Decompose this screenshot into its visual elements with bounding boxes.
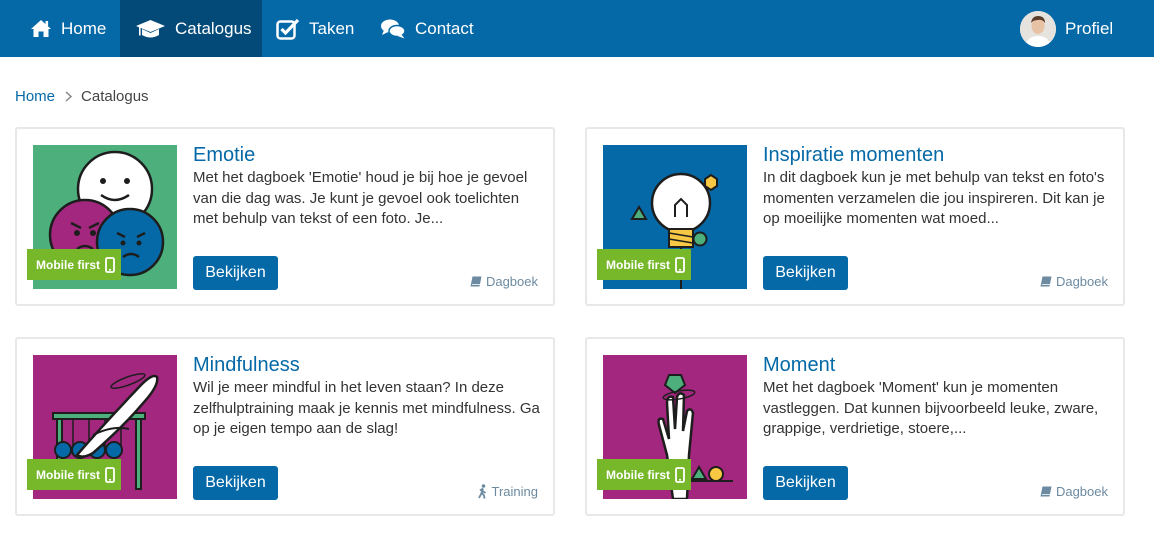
bekijken-button[interactable]: Bekijken: [193, 256, 278, 290]
badge-label: Mobile first: [36, 467, 101, 482]
walking-person-icon: [477, 484, 486, 499]
card-type-label: Dagboek: [1055, 484, 1108, 499]
card-type: Dagboek: [470, 274, 538, 289]
top-navbar: Home Catalogus Taken Contact Profiel: [0, 0, 1154, 57]
bekijken-button[interactable]: Bekijken: [763, 256, 848, 290]
nav-home-label: Home: [61, 18, 107, 38]
checkbox-icon: [276, 18, 300, 40]
card-title[interactable]: Mindfulness: [193, 354, 300, 377]
card-description: In dit dagboek kun je met behulp van tek…: [763, 169, 1105, 227]
chat-bubbles-icon: [381, 19, 406, 38]
nav-catalogus-label: Catalogus: [175, 18, 252, 38]
card-type-label: Training: [491, 484, 538, 499]
card-type-label: Dagboek: [1055, 274, 1108, 289]
badge-label: Mobile first: [606, 257, 671, 272]
card-description: Met het dagboek 'Moment' kun je momenten…: [763, 379, 1099, 437]
badge-label: Mobile first: [36, 257, 101, 272]
book-icon: [1040, 486, 1052, 497]
smartphone-icon: [105, 466, 115, 483]
mobile-first-badge: Mobile first: [27, 249, 122, 280]
book-icon: [1040, 276, 1052, 287]
avatar: [1020, 10, 1056, 47]
breadcrumb: Home Catalogus: [15, 86, 149, 106]
card-type: Dagboek: [1040, 274, 1108, 289]
chevron-right-icon: [65, 90, 73, 102]
card-title[interactable]: Moment: [763, 354, 835, 377]
nav-home[interactable]: Home: [18, 0, 120, 57]
book-icon: [470, 276, 482, 287]
mobile-first-badge: Mobile first: [27, 459, 122, 490]
breadcrumb-current: Catalogus: [81, 87, 149, 105]
nav-profiel-label: Profiel: [1065, 18, 1114, 38]
bekijken-button[interactable]: Bekijken: [193, 466, 278, 500]
bekijken-button[interactable]: Bekijken: [763, 466, 848, 500]
badge-label: Mobile first: [606, 467, 671, 482]
smartphone-icon: [675, 466, 685, 483]
card-title[interactable]: Inspiratie momenten: [763, 144, 944, 167]
nav-profiel[interactable]: Profiel: [1010, 0, 1140, 57]
card-type: Dagboek: [1040, 484, 1108, 499]
card-description: Wil je meer mindful in het leven staan? …: [193, 379, 540, 437]
graduation-cap-icon: [136, 19, 165, 37]
mobile-first-badge: Mobile first: [597, 459, 692, 490]
nav-contact-label: Contact: [415, 18, 474, 38]
nav-contact[interactable]: Contact: [367, 0, 487, 57]
card-type-label: Dagboek: [485, 274, 538, 289]
catalog-card-moment: Mobile first Moment Met het dagboek 'Mom…: [585, 337, 1125, 516]
nav-catalogus[interactable]: Catalogus: [120, 0, 262, 57]
nav-taken-label: Taken: [309, 18, 355, 38]
mobile-first-badge: Mobile first: [597, 249, 692, 280]
smartphone-icon: [105, 256, 115, 273]
home-icon: [31, 20, 51, 37]
card-description: Met het dagboek 'Emotie' houd je bij hoe…: [193, 169, 528, 227]
smartphone-icon: [675, 256, 685, 273]
nav-taken[interactable]: Taken: [262, 0, 367, 57]
card-title[interactable]: Emotie: [193, 144, 255, 167]
card-type: Training: [477, 484, 538, 499]
catalog-card-inspiratie-momenten: Mobile first Inspiratie momenten In dit …: [585, 127, 1125, 306]
breadcrumb-home-link[interactable]: Home: [15, 88, 55, 105]
catalog-card-mindfulness: Mobile first Mindfulness Wil je meer min…: [15, 337, 555, 516]
catalog-card-emotie: Mobile first Emotie Met het dagboek 'Emo…: [15, 127, 555, 306]
